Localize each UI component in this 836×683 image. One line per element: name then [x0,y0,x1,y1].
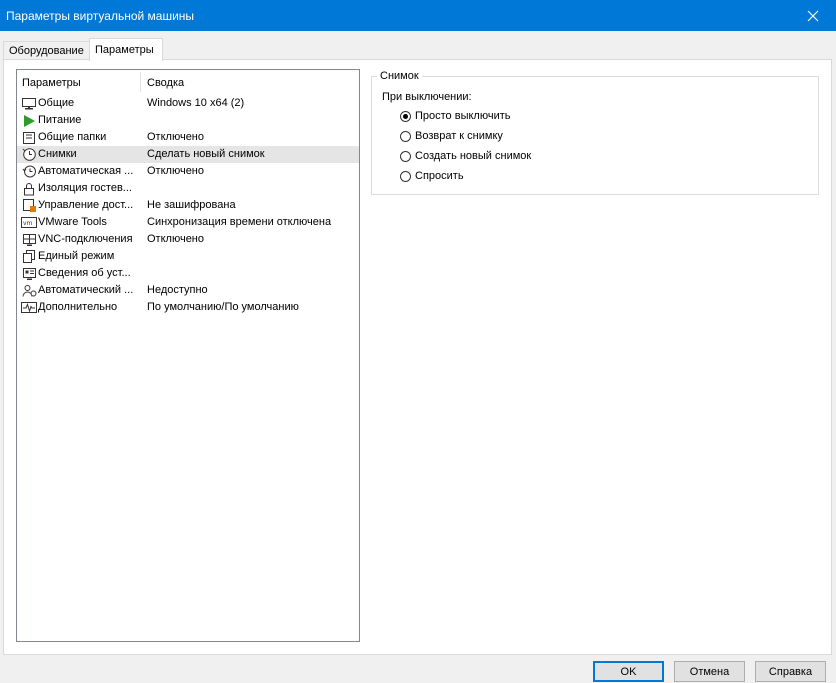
tab-hardware[interactable]: Оборудование [3,41,90,60]
shared-folder-icon [21,130,37,145]
list-item-name: Управление дост... [38,199,134,211]
list-item-name: Общие [38,97,75,109]
list-item-name: Сведения об уст... [38,267,131,279]
snapshot-groupbox: Снимок При выключении: Просто выключить … [371,70,819,195]
help-button[interactable]: Справка [755,661,826,682]
list-item-autoprotect[interactable]: Автоматическая ... Отключено [17,163,359,180]
list-item-vnc[interactable]: VNC-подключения Отключено [17,231,359,248]
title-bar: Параметры виртуальной машины [0,0,836,31]
radio-just-power-off[interactable]: Просто выключить [400,108,511,124]
window-title: Параметры виртуальной машины [6,9,195,23]
list-item-summary: Не зашифрована [147,199,236,211]
list-item-name: Изоляция гостев... [38,182,132,194]
power-off-label: При выключении: [382,91,472,103]
radio-take-new-snapshot[interactable]: Создать новый снимок [400,148,531,164]
radio-button[interactable] [400,170,411,182]
list-item-name: VMware Tools [38,216,107,228]
monitor-icon [21,96,37,111]
list-item-autologon[interactable]: Автоматический ... Недоступно [17,282,359,299]
radio-button[interactable] [400,150,411,162]
list-item-advanced[interactable]: Дополнительно По умолчанию/По умолчанию [17,299,359,316]
list-item-unity[interactable]: Единый режим [17,248,359,265]
autosave-clock-icon [21,164,37,179]
list-item-access-control[interactable]: Управление дост... Не зашифрована [17,197,359,214]
list-item-summary: Сделать новый снимок [147,148,265,160]
column-divider[interactable] [140,72,141,92]
list-item-device-info[interactable]: Сведения об уст... [17,265,359,282]
list-item-vmware-tools[interactable]: vm VMware Tools Синхронизация времени от… [17,214,359,231]
list-item-power[interactable]: Питание [17,112,359,129]
advanced-waveform-icon [21,300,37,315]
radio-button[interactable] [400,110,411,122]
list-item-name: Общие папки [38,131,107,143]
list-item-name: Автоматический ... [38,284,134,296]
groupbox-legend: Снимок [377,70,422,82]
vmware-tools-icon: vm [21,215,37,230]
list-item-name: Дополнительно [38,301,118,313]
settings-list[interactable]: Параметры Сводка Общие Windows 10 x64 (2… [16,69,360,642]
list-item-summary: По умолчанию/По умолчанию [147,301,299,313]
radio-button[interactable] [400,130,411,142]
close-button[interactable] [790,0,836,31]
lock-icon [21,181,37,196]
column-header-settings[interactable]: Параметры [22,77,81,89]
snapshot-clock-icon [21,147,37,162]
list-item-guest-isolation[interactable]: Изоляция гостев... [17,180,359,197]
list-item-summary: Отключено [147,233,204,245]
list-item-name: Единый режим [38,250,115,262]
power-play-icon [21,113,37,128]
list-item-name: Снимки [38,148,77,160]
svg-text:vm: vm [23,220,33,227]
cancel-button[interactable]: Отмена [674,661,745,682]
list-item-snapshots[interactable]: Снимки Сделать новый снимок [17,146,359,163]
options-tab-panel: Параметры Сводка Общие Windows 10 x64 (2… [3,59,832,655]
radio-revert-to-snapshot[interactable]: Возврат к снимку [400,128,503,144]
list-item-shared-folders[interactable]: Общие папки Отключено [17,129,359,146]
autologon-users-icon [21,283,37,298]
radio-label: Спросить [415,170,464,182]
radio-label: Просто выключить [415,110,511,122]
list-item-summary: Windows 10 x64 (2) [147,97,245,109]
list-item-summary: Недоступно [147,284,208,296]
list-item-summary: Отключено [147,165,204,177]
radio-label: Создать новый снимок [415,150,532,162]
radio-label: Возврат к снимку [415,130,503,142]
access-control-icon [21,198,37,213]
list-header: Параметры Сводка [17,70,359,94]
vnc-icon [21,232,37,247]
list-item-name: Питание [38,114,82,126]
device-info-icon [21,266,37,281]
list-item-name: VNC-подключения [38,233,133,245]
list-item-general[interactable]: Общие Windows 10 x64 (2) [17,95,359,112]
list-item-summary: Отключено [147,131,204,143]
radio-ask-me[interactable]: Спросить [400,168,464,184]
tab-options[interactable]: Параметры [89,38,163,61]
list-item-summary: Синхронизация времени отключена [147,216,332,228]
list-item-name: Автоматическая ... [38,165,134,177]
column-header-summary[interactable]: Сводка [147,77,184,89]
close-icon [807,10,819,21]
unity-icon [21,249,37,264]
ok-button[interactable]: OK [593,661,664,682]
